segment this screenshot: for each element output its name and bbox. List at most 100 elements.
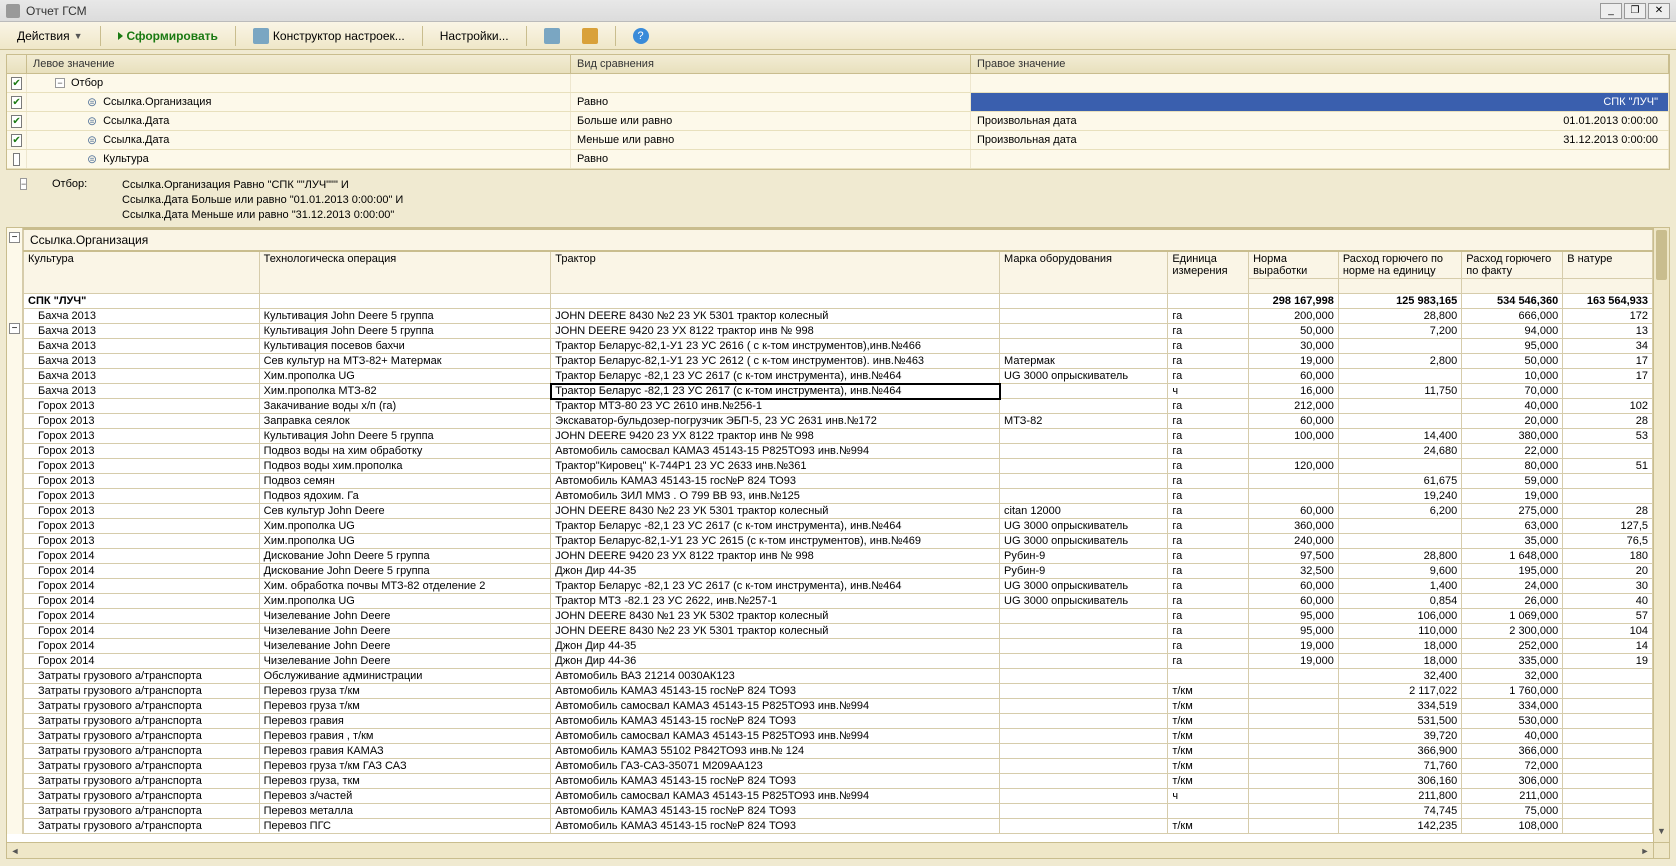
collapse-icon[interactable]: −	[55, 78, 65, 88]
table-row[interactable]: Затраты грузового а/транспортаПеревоз ме…	[24, 804, 1653, 819]
table-row[interactable]: Горох 2014Чизелевание John DeereДжон Дир…	[24, 654, 1653, 669]
help-button[interactable]: ?	[624, 25, 658, 47]
table-row[interactable]: Затраты грузового а/транспортаПеревоз гр…	[24, 759, 1653, 774]
actions-button[interactable]: Действия ▼	[8, 25, 92, 47]
table-row[interactable]: Бахча 2013Культивация John Deere 5 групп…	[24, 309, 1653, 324]
table-row[interactable]: Затраты грузового а/транспортаПеревоз гр…	[24, 774, 1653, 789]
table-row[interactable]: Горох 2013Хим.прополка UGТрактор Беларус…	[24, 519, 1653, 534]
settings-button[interactable]: Настройки...	[431, 25, 518, 47]
col-nat[interactable]: В натуре	[1563, 251, 1653, 279]
settings-constructor-button[interactable]: Конструктор настроек...	[244, 25, 414, 47]
col-oper[interactable]: Технологическа операция	[259, 251, 551, 294]
report-table[interactable]: Ссылка.Организация Культура Технологичес…	[23, 228, 1653, 834]
report-area: − − Ссылка.Организация Культура Технолог…	[6, 227, 1670, 859]
filter-right[interactable]	[971, 150, 1669, 168]
col-rate[interactable]: Расход горючего по норме на единицу	[1338, 251, 1461, 279]
table-row[interactable]: Горох 2014Чизелевание John DeereJOHN DEE…	[24, 609, 1653, 624]
table-row[interactable]: Затраты грузового а/транспортаПеревоз гр…	[24, 744, 1653, 759]
table-row[interactable]: Горох 2014Чизелевание John DeereJOHN DEE…	[24, 624, 1653, 639]
filter-cmp: Меньше или равно	[571, 131, 971, 149]
table-row[interactable]: Затраты грузового а/транспортаПеревоз гр…	[24, 684, 1653, 699]
play-icon	[118, 32, 123, 40]
table-row[interactable]: Горох 2014Дискование John Deere 5 группа…	[24, 549, 1653, 564]
toolbar: Действия ▼ Сформировать Конструктор наст…	[0, 22, 1676, 50]
table-row[interactable]: Горох 2013Подвоз семянАвтомобиль КАМАЗ 4…	[24, 474, 1653, 489]
filter-left: Ссылка.Дата	[103, 115, 169, 127]
filter-header: Левое значение Вид сравнения Правое знач…	[7, 55, 1669, 74]
filter-right[interactable]: СПК "ЛУЧ"	[971, 93, 1669, 111]
filter-row[interactable]: ✔⊜Ссылка.ОрганизацияРавноСПК "ЛУЧ"	[7, 93, 1669, 112]
window-title: Отчет ГСМ	[26, 4, 1600, 18]
table-row[interactable]: Горох 2014Чизелевание John DeereДжон Дир…	[24, 639, 1653, 654]
filter-cmp: Равно	[571, 93, 971, 111]
filter-panel: Левое значение Вид сравнения Правое знач…	[6, 54, 1670, 170]
generate-button[interactable]: Сформировать	[109, 25, 227, 47]
table-row[interactable]: Горох 2013Заправка сеялокЭкскаватор-буль…	[24, 414, 1653, 429]
scroll-left-icon[interactable]: ◄	[7, 843, 23, 858]
equals-icon: ⊜	[87, 152, 97, 166]
filter-checkbox[interactable]	[13, 153, 20, 166]
filter-right[interactable]: Произвольная дата01.01.2013 0:00:00	[971, 112, 1669, 130]
summary-label: Отбор:	[52, 178, 102, 223]
app-icon	[6, 4, 20, 18]
filter-left: Ссылка.Дата	[103, 134, 169, 146]
table-row[interactable]: Горох 2013Подвоз воды на хим обработкуАв…	[24, 444, 1653, 459]
col-tractor[interactable]: Трактор	[551, 251, 1000, 294]
summary-text: Ссылка.Организация Равно "СПК ""ЛУЧ""" И…	[122, 178, 403, 223]
scroll-down-icon[interactable]: ▼	[1654, 826, 1669, 842]
tool-icon-2[interactable]	[573, 25, 607, 47]
table-row[interactable]: Бахча 2013Хим.прополка МТЗ-82Трактор Бел…	[24, 384, 1653, 399]
table-row[interactable]: Горох 2013Хим.прополка UGТрактор Беларус…	[24, 534, 1653, 549]
table-row[interactable]: Горох 2013Подвоз ядохим. ГаАвтомобиль ЗИ…	[24, 489, 1653, 504]
outline-collapse-summary[interactable]: −	[9, 232, 20, 243]
filter-row[interactable]: ⊜КультураРавно	[7, 150, 1669, 169]
filter-row[interactable]: ✔⊜Ссылка.ДатаМеньше или равноПроизвольна…	[7, 131, 1669, 150]
scroll-right-icon[interactable]: ►	[1637, 843, 1653, 858]
table-row[interactable]: Затраты грузового а/транспортаОбслуживан…	[24, 669, 1653, 684]
filter-cmp: Больше или равно	[571, 112, 971, 130]
col-unit[interactable]: Единица измерения	[1168, 251, 1249, 294]
col-equip[interactable]: Марка оборудования	[1000, 251, 1168, 294]
col-culture[interactable]: Культура	[24, 251, 260, 294]
horizontal-scrollbar[interactable]: ◄ ►	[7, 842, 1653, 858]
scroll-corner	[1653, 842, 1669, 858]
filter-col-cmp: Вид сравнения	[571, 55, 971, 73]
scroll-thumb[interactable]	[1656, 230, 1667, 280]
col-norm[interactable]: Норма выработки	[1249, 251, 1339, 279]
vertical-scrollbar[interactable]: ▲ ▼	[1653, 228, 1669, 842]
table-row[interactable]: Бахча 2013Хим.прополка UGТрактор Беларус…	[24, 369, 1653, 384]
filter-group-row[interactable]: ✔ −Отбор	[7, 74, 1669, 93]
table-row[interactable]: Бахча 2013Культивация John Deere 5 групп…	[24, 324, 1653, 339]
constructor-icon	[253, 28, 269, 44]
close-button[interactable]: ✕	[1648, 3, 1670, 19]
table-row[interactable]: Бахча 2013Культивация посевов бахчиТракт…	[24, 339, 1653, 354]
filter-checkbox[interactable]: ✔	[11, 96, 21, 109]
table-row[interactable]: Горох 2014Хим. обработка почвы МТЗ-82 от…	[24, 579, 1653, 594]
tool-icon-1[interactable]	[535, 25, 569, 47]
table-row[interactable]: Бахча 2013Сев культур на МТЗ-82+ Матерма…	[24, 354, 1653, 369]
filter-checkbox[interactable]: ✔	[11, 134, 21, 147]
group-checkbox[interactable]: ✔	[11, 77, 21, 90]
filter-left: Культура	[103, 153, 149, 165]
table-row[interactable]: Горох 2013Сев культур John DeereJOHN DEE…	[24, 504, 1653, 519]
group-total-row[interactable]: СПК "ЛУЧ" 298 167,998 125 983,165 534 54…	[24, 294, 1653, 309]
table-row[interactable]: Горох 2013Подвоз воды хим.прополкаТракто…	[24, 459, 1653, 474]
table-row[interactable]: Горох 2014Дискование John Deere 5 группа…	[24, 564, 1653, 579]
filter-group-label: Отбор	[71, 77, 103, 89]
table-row[interactable]: Горох 2013Культивация John Deere 5 групп…	[24, 429, 1653, 444]
table-row[interactable]: Горох 2013Закачивание воды х/п (га)Тракт…	[24, 399, 1653, 414]
table-row[interactable]: Затраты грузового а/транспортаПеревоз гр…	[24, 714, 1653, 729]
table-row[interactable]: Затраты грузового а/транспортаПеревоз гр…	[24, 699, 1653, 714]
summary-collapse-icon[interactable]: −	[20, 178, 27, 190]
table-row[interactable]: Горох 2014Хим.прополка UGТрактор МТЗ -82…	[24, 594, 1653, 609]
col-fact[interactable]: Расход горючего по факту	[1462, 251, 1563, 279]
table-row[interactable]: Затраты грузового а/транспортаПеревоз ПГ…	[24, 819, 1653, 834]
restore-button[interactable]: ❐	[1624, 3, 1646, 19]
filter-checkbox[interactable]: ✔	[11, 115, 21, 128]
filter-right[interactable]: Произвольная дата31.12.2013 0:00:00	[971, 131, 1669, 149]
minimize-button[interactable]: _	[1600, 3, 1622, 19]
filter-row[interactable]: ✔⊜Ссылка.ДатаБольше или равноПроизвольна…	[7, 112, 1669, 131]
table-row[interactable]: Затраты грузового а/транспортаПеревоз з/…	[24, 789, 1653, 804]
outline-collapse-group[interactable]: −	[9, 323, 20, 334]
table-row[interactable]: Затраты грузового а/транспортаПеревоз гр…	[24, 729, 1653, 744]
